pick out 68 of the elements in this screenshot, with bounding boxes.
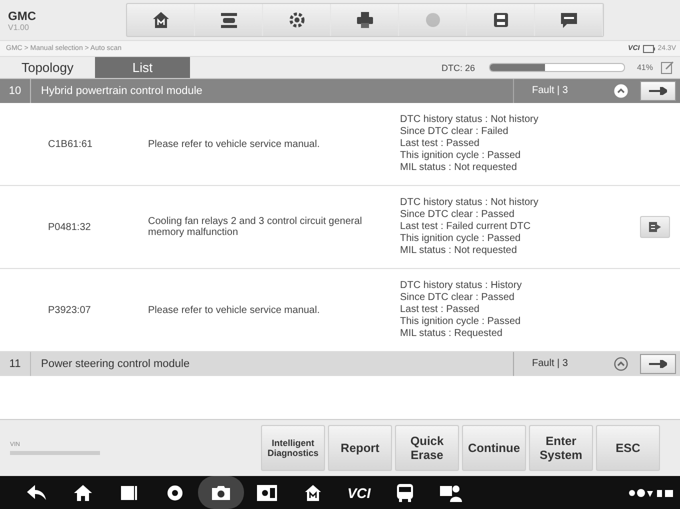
arrow-right-icon <box>649 360 667 368</box>
fault-count: Fault | 3 <box>513 352 602 376</box>
support-icon[interactable] <box>440 484 462 502</box>
status-line: DTC history status : History <box>400 280 523 292</box>
settings-icon[interactable] <box>288 11 306 29</box>
view-tab[interactable]: List <box>95 57 190 78</box>
back-icon[interactable] <box>27 484 47 500</box>
version-label: V1.00 <box>8 22 30 32</box>
status-line: Since DTC clear : Passed <box>400 292 516 304</box>
edit-icon[interactable] <box>661 61 674 74</box>
status-line: DTC history status : Not history <box>400 114 540 126</box>
home-icon[interactable] <box>74 484 92 500</box>
square-icon[interactable] <box>121 484 137 500</box>
vehicle-title: GMC <box>8 8 37 22</box>
status-line: Last test : Failed current DTC <box>400 221 532 233</box>
dtc-code: P3923:07 <box>47 304 92 316</box>
module-header[interactable]: 10 Hybrid powertrain control module Fault | 3 <box>0 79 680 103</box>
action-button[interactable]: Intelligent Diagnostics <box>261 425 325 471</box>
status-line: Since DTC clear : Passed <box>400 209 516 221</box>
status-line: MIL status : Not requested <box>400 245 518 257</box>
chevron-up-icon[interactable] <box>614 357 628 371</box>
bus-icon[interactable] <box>396 484 414 502</box>
chat-icon[interactable] <box>560 11 578 29</box>
module-number: 10 <box>0 79 31 103</box>
report-action-button[interactable] <box>640 216 670 238</box>
enter-button[interactable] <box>640 354 676 374</box>
enter-button[interactable] <box>640 81 676 101</box>
document-arrow-icon <box>649 221 661 233</box>
status-line: Since DTC clear : Failed <box>400 126 510 138</box>
action-button[interactable]: Continue <box>462 425 526 471</box>
action-button[interactable]: ESC <box>596 425 660 471</box>
fault-count: Fault | 3 <box>513 79 602 103</box>
car-lift-icon[interactable] <box>218 11 238 29</box>
module-header[interactable]: 11 Power steering control module Fault | 3 <box>0 352 680 376</box>
status-line: Last test : Passed <box>400 304 480 316</box>
status-line: This ignition cycle : Passed <box>400 233 522 245</box>
dtc-count: DTC: 26 <box>441 62 475 72</box>
status-line: Last test : Passed <box>400 138 480 150</box>
dtc-code: P0481:32 <box>47 222 92 232</box>
status-line: DTC history status : Not history <box>400 197 540 209</box>
nav-button[interactable] <box>198 476 244 509</box>
printer-icon[interactable] <box>356 11 374 29</box>
dtc-code: C1B61:61 <box>47 138 94 150</box>
status-line: MIL status : Not requested <box>400 162 518 174</box>
dtc-description: Please refer to vehicle service manual. <box>148 138 321 150</box>
status-icons <box>628 488 674 498</box>
brightness-icon[interactable] <box>257 484 277 500</box>
camera-icon[interactable] <box>212 485 230 500</box>
status-line: MIL status : Requested <box>400 328 504 340</box>
progress-reading: 41% <box>636 63 653 72</box>
action-button[interactable]: Enter System <box>529 425 593 471</box>
save-icon[interactable] <box>492 12 508 28</box>
module-name: Power steering control module <box>40 358 191 370</box>
browser-icon[interactable] <box>167 484 183 500</box>
home-icon[interactable] <box>305 484 321 500</box>
module-name: Hybrid powertrain control module <box>40 85 204 97</box>
arrow-right-icon <box>649 87 667 95</box>
action-button[interactable]: Report <box>328 425 392 471</box>
action-button[interactable]: Quick Erase <box>395 425 459 471</box>
nav-button[interactable]: VCI <box>336 476 382 509</box>
vci-button[interactable]: VCI <box>347 484 371 500</box>
status-line: This ignition cycle : Passed <box>400 150 522 162</box>
status-line: This ignition cycle : Passed <box>400 316 522 328</box>
home-icon[interactable] <box>152 11 170 29</box>
battery-icon <box>642 44 655 52</box>
dtc-description: Please refer to vehicle service manual. <box>148 304 321 316</box>
module-number: 11 <box>0 352 31 376</box>
dtc-description: Cooling fan relays 2 and 3 control circuit general memory malfunction <box>148 216 364 238</box>
